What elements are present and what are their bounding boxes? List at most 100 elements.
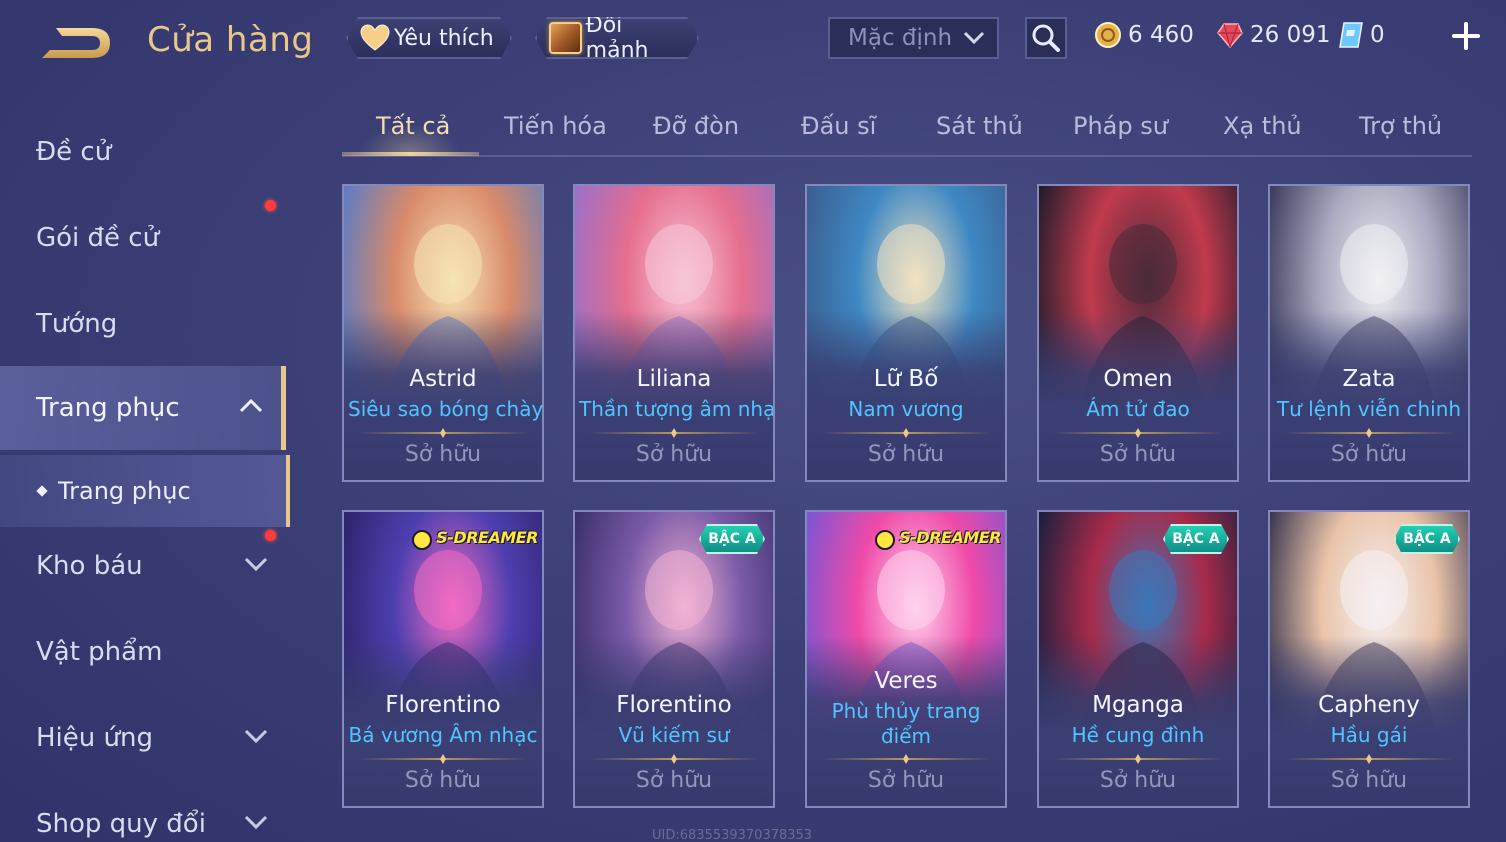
plus-icon[interactable] — [1450, 20, 1482, 52]
favorites-label: Yêu thích — [394, 25, 494, 51]
gold-currency: 6 460 — [1094, 18, 1194, 52]
sidebar-item-skins[interactable]: Trang phục — [0, 366, 286, 450]
chevron-down-icon — [244, 729, 268, 744]
chevron-up-icon — [239, 398, 263, 413]
s-dreamer-label: S-DREAMER — [436, 528, 538, 547]
skin-name: Phù thủy trang điểm — [831, 699, 981, 748]
skin-card[interactable]: Florentino Vũ kiếm sư Sở hữu BẬC A — [573, 510, 775, 808]
uid-watermark: UID:68355393703783­53 — [652, 828, 813, 842]
card-divider — [1053, 428, 1223, 438]
tab-assassin[interactable]: Sát thủ — [936, 112, 1023, 140]
skin-name: Tư lệnh viễn chinh — [1276, 397, 1462, 421]
owned-status: Sở hữu — [1330, 442, 1408, 467]
tab-fighter[interactable]: Đấu sĩ — [801, 112, 876, 140]
sidebar-item-recommended[interactable]: Đề cử — [0, 110, 286, 194]
tab-marksman[interactable]: Xạ thủ — [1223, 112, 1302, 140]
skin-card[interactable]: Omen Ám tử đao Sở hữu — [1037, 184, 1239, 482]
back-arrow-icon[interactable] — [36, 22, 114, 64]
skin-card[interactable]: Capheny Hầu gái Sở hữu BẬC A — [1268, 510, 1470, 808]
skin-card[interactable]: Zata Tư lệnh viễn chinh Sở hữu — [1268, 184, 1470, 482]
card-divider — [1284, 428, 1454, 438]
skin-card[interactable]: Florentino Bá vương Âm nhạc Sở hữu S-DREAME… — [342, 510, 544, 808]
skin-name: Vũ kiếm sư — [618, 723, 730, 747]
s-dreamer-label: S-DREAMER — [899, 528, 1001, 547]
sidebar-item-heroes[interactable]: Tướng — [0, 282, 286, 366]
skin-name: Bá vương Âm nhạc — [348, 723, 538, 747]
sidebar-item-label: Kho báu — [36, 551, 143, 581]
tab-mage[interactable]: Pháp sư — [1073, 112, 1168, 140]
tier-a-badge: BẬC A — [1394, 524, 1460, 554]
skin-name: Nam vương — [848, 397, 964, 421]
hero-name: Florentino — [616, 692, 732, 718]
notification-dot — [265, 200, 276, 211]
hero-name: Zata — [1342, 366, 1396, 392]
gold-coin-icon — [1095, 22, 1121, 48]
page-title: Cửa hàng — [147, 20, 314, 60]
category-tabs: Tất cả Tiến hóa Đỡ đòn Đấu sĩ Sát thủ Ph… — [342, 100, 1472, 157]
top-bar: Cửa hàng Yêu thích Đổi mảnh Mặc định 6 4… — [0, 0, 1506, 80]
exchange-label: Đổi mảnh — [585, 13, 649, 63]
owned-status: Sở hữu — [1099, 768, 1177, 793]
s-dreamer-icon — [875, 530, 896, 550]
skin-name: Siêu sao bóng chày — [348, 397, 544, 421]
owned-status: Sở hữu — [1099, 442, 1177, 467]
owned-status: Sở hữu — [867, 442, 945, 467]
chevron-down-icon — [244, 815, 268, 830]
owned-status: Sở hữu — [404, 442, 482, 467]
favorites-button[interactable]: Yêu thích — [346, 17, 512, 59]
card-divider — [1284, 754, 1454, 764]
owned-status: Sở hữu — [404, 768, 482, 793]
sort-value: Mặc định — [848, 25, 953, 51]
sidebar-item-recommended-packs[interactable]: Gói đề cử — [0, 196, 286, 280]
ruby-icon — [1217, 23, 1243, 49]
s-dreamer-icon — [412, 530, 433, 550]
card-divider — [589, 754, 759, 764]
hero-name: Mganga — [1092, 692, 1184, 718]
card-divider — [821, 754, 991, 764]
sidebar-item-effects[interactable]: Hiệu ứng — [0, 696, 286, 780]
sidebar-item-label: Đề cử — [36, 137, 112, 167]
tab-all[interactable]: Tất cả — [376, 112, 450, 140]
search-button[interactable] — [1025, 17, 1067, 59]
owned-status: Sở hữu — [635, 768, 713, 793]
sidebar-item-exchange-shop[interactable]: Shop quy đổi — [0, 782, 286, 842]
voucher-amount: 0 — [1370, 22, 1385, 48]
heart-icon — [360, 24, 390, 52]
sort-dropdown[interactable]: Mặc định — [828, 17, 999, 59]
gold-amount: 6 460 — [1128, 22, 1194, 48]
skin-card[interactable]: Lữ Bố Nam vương Sở hữu — [805, 184, 1007, 482]
ruby-amount: 26 091 — [1250, 22, 1331, 48]
hero-name: Liliana — [636, 366, 712, 392]
chevron-down-icon — [244, 557, 268, 572]
voucher-currency: 0 — [1338, 18, 1385, 52]
sidebar-item-items[interactable]: Vật phẩm — [0, 610, 286, 694]
search-icon — [1032, 24, 1060, 52]
skin-card[interactable]: Astrid Siêu sao bóng chày Sở hữu — [342, 184, 544, 482]
card-divider — [1053, 754, 1223, 764]
sidebar-subitem-label: Trang phục — [58, 477, 191, 505]
card-divider — [358, 754, 528, 764]
skin-name: Ám tử đao — [1086, 397, 1190, 421]
exchange-shards-button[interactable]: Đổi mảnh — [535, 17, 699, 59]
chest-icon — [549, 22, 582, 54]
sidebar-item-label: Hiệu ứng — [36, 723, 153, 753]
skin-card[interactable]: Veres Phù thủy trang điểm Sở hữu S-DREAMER — [805, 510, 1007, 808]
hero-name: Florentino — [385, 692, 501, 718]
tab-tank[interactable]: Đỡ đòn — [653, 112, 739, 140]
hero-name: Lữ Bố — [873, 366, 939, 392]
voucher-icon — [1339, 22, 1363, 48]
tab-evolution[interactable]: Tiến hóa — [504, 112, 607, 140]
hero-name: Capheny — [1318, 692, 1420, 718]
tab-support[interactable]: Trợ thủ — [1359, 112, 1442, 140]
skin-card[interactable]: Liliana Thần tượng âm nhạc Sở hữu — [573, 184, 775, 482]
card-divider — [821, 428, 991, 438]
skin-card[interactable]: Mganga Hề cung đình Sở hữu BẬC A — [1037, 510, 1239, 808]
sidebar: Đề cử Gói đề cử Tướng Trang phục Trang p… — [0, 100, 290, 842]
sidebar-item-treasure[interactable]: Kho báu — [0, 524, 286, 608]
sidebar-item-label: Trang phục — [36, 393, 180, 423]
diamond-bullet-icon — [36, 485, 48, 497]
tier-a-badge: BẬC A — [699, 524, 765, 554]
sidebar-item-label: Shop quy đổi — [36, 809, 206, 839]
sidebar-subitem-skins[interactable]: Trang phục — [0, 455, 290, 527]
hero-name: Veres — [874, 668, 938, 694]
